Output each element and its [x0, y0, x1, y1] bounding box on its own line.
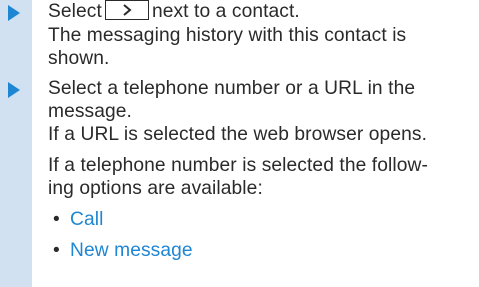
option-call: Call [70, 209, 104, 230]
step-1-before-key: Select [48, 1, 102, 22]
bullet-icon: • [53, 209, 60, 230]
step-2-instruction-line-1: Select a telephone number or a URL in th… [48, 78, 416, 99]
bullet-icon: • [53, 240, 60, 261]
chevron-right-icon [123, 4, 132, 16]
step-2-result: If a URL is selected the web browser ope… [48, 124, 427, 145]
step-2-arrow-icon [8, 82, 20, 98]
step-1-after-key: next to a contact. [151, 1, 300, 22]
step-2-instruction-line-2: message. [48, 101, 132, 122]
step-1-instruction: Select next to a contact. [48, 0, 300, 23]
step-2-note-line-2: ing options are available: [48, 178, 263, 199]
option-new-message: New message [70, 240, 193, 261]
page: Select next to a contact. The messaging h… [0, 0, 479, 287]
step-sidebar [0, 0, 32, 287]
step-2-note-line-1: If a telephone number is selected the fo… [48, 155, 428, 176]
chevron-right-key [104, 0, 149, 20]
step-1-arrow-icon [8, 5, 20, 21]
step-1-result-line-1: The messaging history with this contact … [48, 25, 407, 46]
step-1-result-line-2: shown. [48, 48, 110, 69]
